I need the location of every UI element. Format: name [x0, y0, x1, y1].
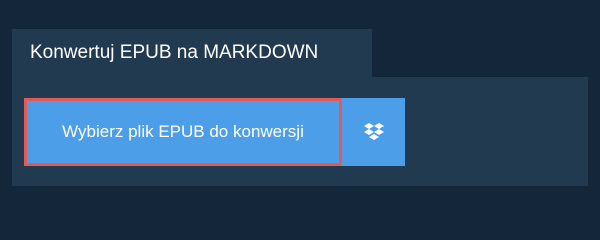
converter-widget: Konwertuj EPUB na MARKDOWN Wybierz plik …	[0, 0, 600, 230]
dropbox-icon	[363, 122, 385, 142]
choose-epub-file-button[interactable]: Wybierz plik EPUB do konwersji	[24, 98, 342, 166]
converter-title: Konwertuj EPUB na MARKDOWN	[30, 42, 319, 63]
dropbox-button[interactable]	[342, 98, 405, 166]
choose-epub-file-label: Wybierz plik EPUB do konwersji	[62, 122, 304, 141]
converter-title-tab: Konwertuj EPUB na MARKDOWN	[12, 29, 372, 77]
